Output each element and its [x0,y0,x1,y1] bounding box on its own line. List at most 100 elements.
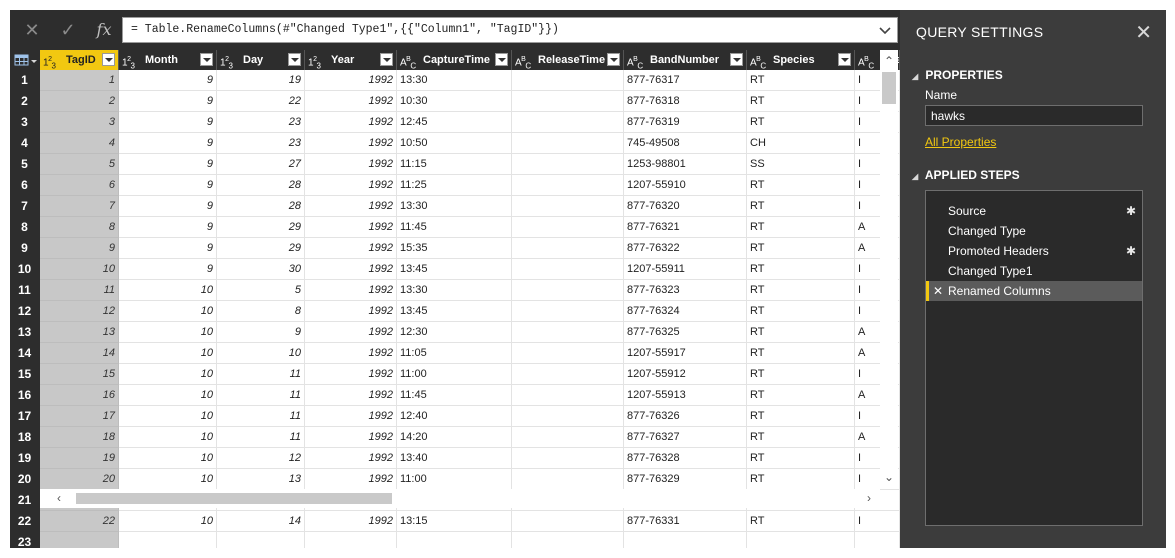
text-type-icon[interactable]: ABC [858,50,874,70]
cell-band[interactable]: 745-49508 [624,133,747,154]
row-number[interactable]: 22 [10,511,40,532]
column-filter-dropdown[interactable] [730,53,743,66]
chevron-left-icon[interactable]: ‹ [50,489,68,508]
text-type-icon[interactable]: ABC [750,50,766,70]
cell-day[interactable]: 28 [217,196,305,217]
cell-release[interactable] [512,469,624,490]
row-number[interactable]: 10 [10,259,40,280]
cell-day[interactable]: 13 [217,469,305,490]
cell-year[interactable]: 1992 [305,175,397,196]
cell-day[interactable]: 12 [217,448,305,469]
cell-tagid[interactable] [40,532,119,548]
cell-band[interactable]: 877-76317 [624,70,747,91]
column-header-month[interactable]: 123 Month [119,50,217,70]
cell-year[interactable]: 1992 [305,364,397,385]
cell-year[interactable] [305,532,397,548]
cell-tagid[interactable]: 15 [40,364,119,385]
cell-capture[interactable]: 13:30 [397,196,512,217]
whole-number-type-icon[interactable]: 123 [43,50,56,70]
cell-capture[interactable]: 10:50 [397,133,512,154]
cell-month[interactable]: 9 [119,217,217,238]
cell-release[interactable] [512,406,624,427]
cell-year[interactable]: 1992 [305,217,397,238]
vertical-scroll-thumb[interactable] [882,72,896,104]
cell-tagid[interactable]: 9 [40,238,119,259]
cell-band[interactable]: 877-76324 [624,301,747,322]
cell-species[interactable]: CH [747,133,855,154]
cell-band[interactable]: 877-76331 [624,511,747,532]
cell-species[interactable]: RT [747,259,855,280]
cell-band[interactable]: 877-76318 [624,91,747,112]
row-number[interactable]: 14 [10,343,40,364]
cell-species[interactable]: SS [747,154,855,175]
cell-capture[interactable]: 12:45 [397,112,512,133]
cell-tagid[interactable]: 10 [40,259,119,280]
fx-icon[interactable]: fx [90,18,118,42]
cell-tagid[interactable]: 6 [40,175,119,196]
cell-release[interactable] [512,343,624,364]
cell-capture[interactable]: 13:40 [397,448,512,469]
cell-tagid[interactable]: 12 [40,301,119,322]
applied-step-item[interactable]: Changed Type1 [926,261,1142,281]
cell-release[interactable] [512,70,624,91]
row-number[interactable]: 4 [10,133,40,154]
column-header-releasetime[interactable]: ABC ReleaseTime [512,50,624,70]
row-number[interactable]: 11 [10,280,40,301]
cell-species[interactable]: RT [747,91,855,112]
cell-day[interactable]: 30 [217,259,305,280]
row-number[interactable]: 2 [10,91,40,112]
cancel-formula-button[interactable]: ✕ [18,18,46,42]
cell-release[interactable] [512,154,624,175]
cell-release[interactable] [512,175,624,196]
all-properties-link[interactable]: All Properties [925,135,996,149]
table-menu-button[interactable] [10,50,40,70]
gear-icon[interactable]: ✱ [1126,201,1136,221]
cell-tagid[interactable]: 4 [40,133,119,154]
cell-release[interactable] [512,133,624,154]
chevron-right-icon[interactable]: › [860,489,878,508]
cell-release[interactable] [512,301,624,322]
cell-month[interactable]: 9 [119,91,217,112]
formula-input[interactable]: = Table.RenameColumns(#"Changed Type1",{… [122,17,898,43]
column-header-day[interactable]: 123 Day [217,50,305,70]
cell-band[interactable]: 1207-55913 [624,385,747,406]
whole-number-type-icon[interactable]: 123 [220,50,233,70]
cell-species[interactable]: RT [747,385,855,406]
cell-year[interactable]: 1992 [305,385,397,406]
cell-day[interactable]: 11 [217,385,305,406]
cell-tagid[interactable]: 8 [40,217,119,238]
cell-band[interactable]: 877-76325 [624,322,747,343]
cell-year[interactable]: 1992 [305,427,397,448]
cell-capture[interactable]: 13:30 [397,70,512,91]
cell-band[interactable]: 877-76321 [624,217,747,238]
cell-day[interactable]: 29 [217,238,305,259]
cell-release[interactable] [512,196,624,217]
column-filter-dropdown[interactable] [838,53,851,66]
cell-month[interactable]: 9 [119,238,217,259]
cell-tagid[interactable]: 20 [40,469,119,490]
row-number[interactable]: 7 [10,196,40,217]
chevron-down-icon[interactable] [877,18,893,42]
cell-tagid[interactable]: 11 [40,280,119,301]
cell-tagid[interactable]: 3 [40,112,119,133]
cell-band[interactable]: 1207-55917 [624,343,747,364]
cell-year[interactable]: 1992 [305,238,397,259]
cell-tagid[interactable]: 5 [40,154,119,175]
cell-species[interactable]: RT [747,112,855,133]
row-number[interactable]: 20 [10,469,40,490]
row-number[interactable]: 13 [10,322,40,343]
cell-species[interactable]: RT [747,406,855,427]
cell-year[interactable]: 1992 [305,322,397,343]
cell-release[interactable] [512,427,624,448]
cell-month[interactable]: 9 [119,133,217,154]
cell-release[interactable] [512,217,624,238]
cell-release[interactable] [512,238,624,259]
cell-month[interactable]: 10 [119,364,217,385]
cell-band[interactable]: 1253-98801 [624,154,747,175]
gear-icon[interactable]: ✱ [1126,241,1136,261]
horizontal-scroll-thumb[interactable] [76,493,392,504]
cell-age[interactable] [855,532,900,548]
cell-band[interactable]: 1207-55911 [624,259,747,280]
row-number[interactable]: 18 [10,427,40,448]
cell-band[interactable]: 877-76320 [624,196,747,217]
